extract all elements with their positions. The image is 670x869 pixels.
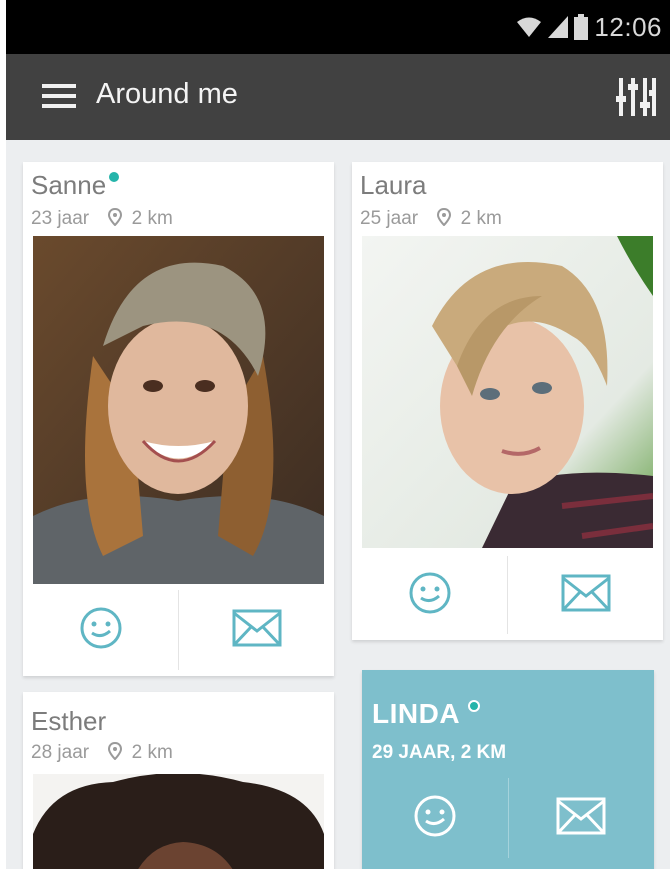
envelope-icon [561,574,611,617]
profile-name: Laura [360,170,427,200]
page-title: Around me [96,78,238,110]
card-actions [352,556,663,634]
card-actions [23,590,334,670]
battery-icon [574,14,589,40]
smile-button[interactable] [362,778,508,858]
profile-name: Sanne [31,170,107,200]
featured-name: LINDA [372,698,461,729]
profile-distance: 2 km [131,742,173,763]
filter-sliders-icon[interactable] [616,76,656,118]
message-button[interactable] [509,778,655,858]
featured-details: 29 JAAR, 2 KM [372,742,507,763]
status-bar: 12:06 [6,0,670,54]
profile-age: 28 jaar [31,742,90,763]
app-screen: 12:06 Around me Sanne 23 jaar 2 km Laura… [6,0,670,869]
online-indicator [468,700,481,712]
profile-meta: 28 jaar 2 km [31,741,173,766]
smile-button[interactable] [352,556,507,634]
signal-icon [548,16,569,38]
hamburger-menu-icon[interactable] [42,84,78,110]
profile-photo[interactable] [33,774,324,869]
envelope-icon [556,797,606,840]
profile-distance: 2 km [460,208,502,229]
profile-age: 23 jaar [31,208,90,229]
location-pin-icon [437,207,452,232]
status-icons: 12:06 [516,10,662,44]
message-button[interactable] [508,556,663,634]
card-actions [362,778,654,858]
featured-profile-card[interactable]: LINDA 29 JAAR, 2 KM [362,670,654,869]
smiley-icon [79,606,123,655]
profile-distance: 2 km [131,208,173,229]
profile-photo[interactable] [33,236,324,584]
profile-card-sanne[interactable]: Sanne 23 jaar 2 km [23,162,334,676]
smile-button[interactable] [23,590,178,670]
wifi-icon [516,16,542,38]
smiley-icon [413,794,457,843]
status-time: 12:06 [594,11,662,42]
location-pin-icon [108,207,123,232]
app-bar: Around me [6,54,670,140]
profile-card-laura[interactable]: Laura 25 jaar 2 km [352,162,663,640]
profile-card-esther[interactable]: Esther 28 jaar 2 km [23,692,334,869]
profile-name: Esther [31,706,107,736]
message-button[interactable] [179,590,334,670]
profile-age: 25 jaar [360,208,419,229]
online-indicator [109,172,120,182]
smiley-icon [408,571,452,620]
location-pin-icon [108,741,123,766]
profile-photo[interactable] [362,236,653,548]
profile-meta: 23 jaar 2 km [31,207,173,232]
profile-meta: 25 jaar 2 km [360,207,502,232]
envelope-icon [232,609,282,652]
